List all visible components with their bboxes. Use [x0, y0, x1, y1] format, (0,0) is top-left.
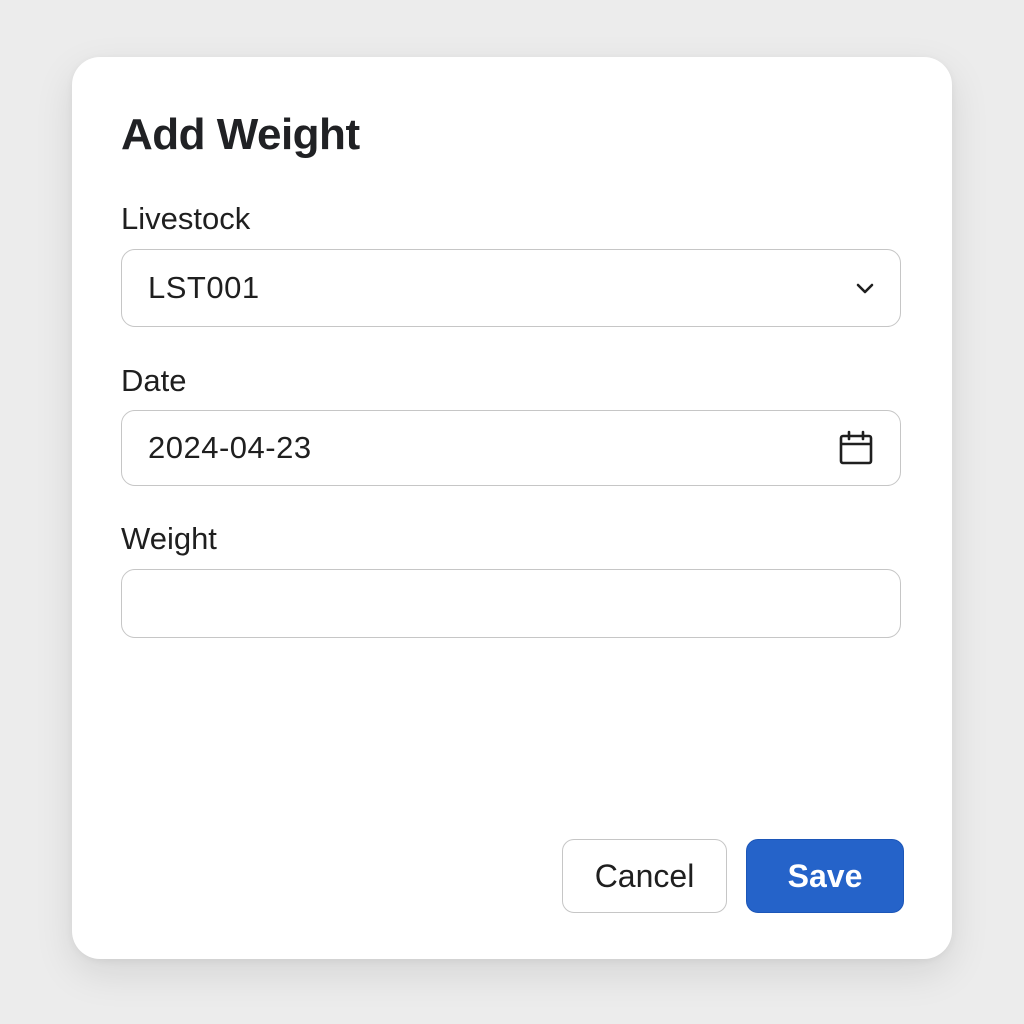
livestock-selected-value: LST001 [148, 270, 260, 305]
dialog-title: Add Weight [121, 110, 360, 159]
cancel-button[interactable]: Cancel [562, 839, 727, 913]
weight-label: Weight [121, 521, 217, 556]
chevron-down-icon [854, 277, 876, 299]
date-input[interactable]: 2024-04-23 [121, 410, 901, 486]
livestock-select[interactable]: LST001 [121, 249, 901, 327]
weight-input[interactable] [121, 569, 901, 638]
calendar-icon[interactable] [838, 430, 874, 466]
date-label: Date [121, 363, 187, 398]
livestock-label: Livestock [121, 201, 251, 236]
add-weight-dialog: Add Weight Livestock LST001 Date 2024-04… [72, 57, 952, 959]
date-value: 2024-04-23 [148, 430, 312, 465]
save-button[interactable]: Save [746, 839, 904, 913]
